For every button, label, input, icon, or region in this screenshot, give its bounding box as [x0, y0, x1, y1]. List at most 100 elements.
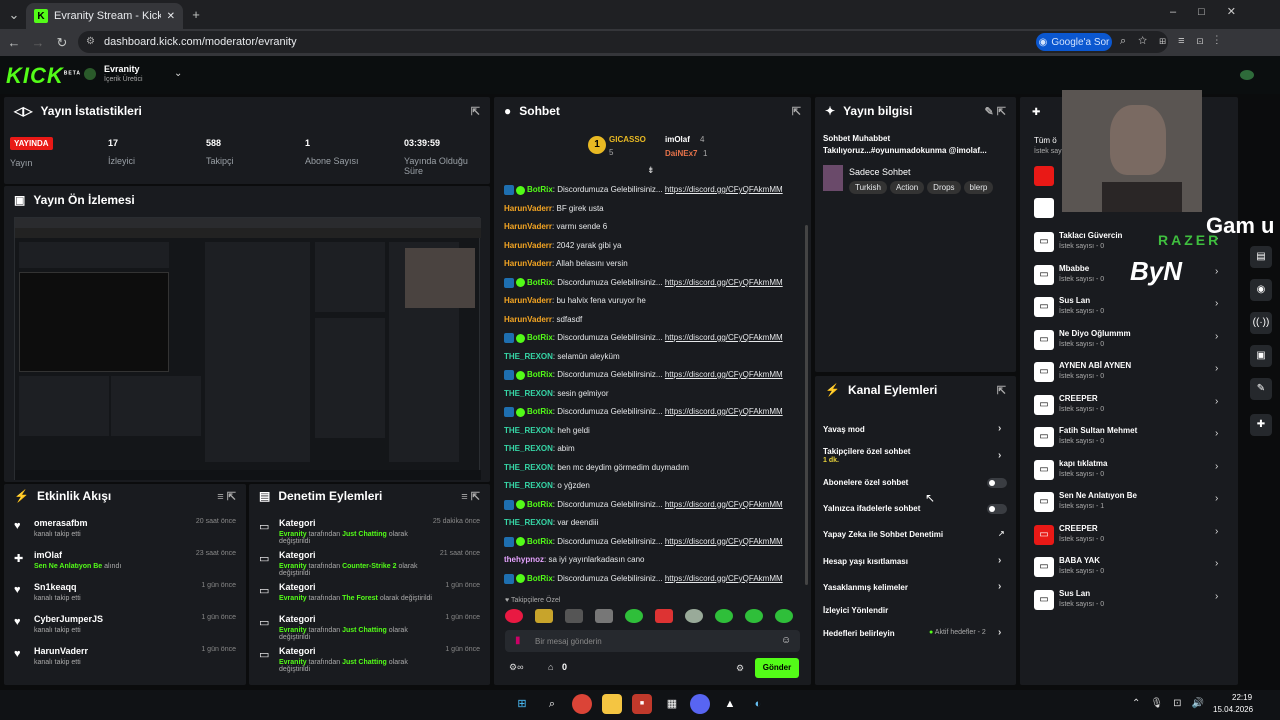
- reward-item[interactable]: ▭ CREEPER İstek sayısı - 0 ›: [1034, 392, 1224, 422]
- reward-item[interactable]: ▭ Sus Lan İstek sayısı - 0 ›: [1034, 294, 1224, 324]
- chat-username[interactable]: BotRix: [527, 278, 553, 287]
- chat-username[interactable]: THE_REXON: [504, 481, 553, 490]
- emote-icon[interactable]: [685, 609, 703, 623]
- chat-username[interactable]: BotRix: [527, 574, 553, 583]
- system-tray-icons[interactable]: ⌃🎙⊡🔊: [1132, 698, 1214, 709]
- emote-icon[interactable]: [595, 609, 613, 623]
- filter-icon[interactable]: ≡ ⇱: [461, 490, 480, 503]
- user-avatar[interactable]: [1240, 70, 1254, 80]
- activity-name[interactable]: omerasafbm: [34, 518, 188, 528]
- chat-link[interactable]: https://discord.gg/CFyQFAkmMM: [665, 407, 783, 416]
- chevron-right-icon[interactable]: ›: [1215, 461, 1218, 472]
- tag-chip[interactable]: Action: [889, 181, 925, 194]
- chevron-right-icon[interactable]: ›: [998, 627, 1001, 638]
- browser-toolbar-icons[interactable]: ⌕☆⊞≡⊡⋮: [1120, 35, 1230, 48]
- reward-item[interactable]: ▭ kapı tıklatma İstek sayısı - 0 ›: [1034, 457, 1224, 487]
- chat-username[interactable]: HarunVaderr: [504, 204, 552, 213]
- chat-username[interactable]: THE_REXON: [504, 426, 553, 435]
- back-icon[interactable]: ←: [4, 29, 24, 56]
- chat-link[interactable]: https://discord.gg/CFyQFAkmMM: [665, 185, 783, 194]
- chat-link[interactable]: https://discord.gg/CFyQFAkmMM: [665, 500, 783, 509]
- reward-item[interactable]: ▭ Fatih Sultan Mehmet İstek sayısı - 0 ›: [1034, 424, 1224, 454]
- slow-mode-label[interactable]: Yavaş mod: [823, 425, 865, 434]
- emote-icon[interactable]: [745, 609, 763, 623]
- url-input[interactable]: dashboard.kick.com/moderator/evranity: [78, 31, 1168, 53]
- emoji-icon[interactable]: ☺: [781, 635, 791, 646]
- chat-link[interactable]: https://discord.gg/CFyQFAkmMM: [665, 333, 783, 342]
- popout-icon[interactable]: ⇱: [792, 105, 801, 118]
- clock-date[interactable]: 15.04.2026: [1213, 705, 1253, 714]
- emote-icon[interactable]: [535, 609, 553, 623]
- chat-link[interactable]: https://discord.gg/CFyQFAkmMM: [665, 574, 783, 583]
- app-icon[interactable]: ▲: [720, 694, 740, 714]
- chat-link[interactable]: https://discord.gg/CFyQFAkmMM: [665, 370, 783, 379]
- emote-icon[interactable]: [505, 609, 523, 623]
- chevron-right-icon[interactable]: ›: [1215, 558, 1218, 569]
- chat-icon[interactable]: ◉: [1250, 279, 1272, 301]
- mic-icon[interactable]: ▮: [515, 635, 521, 646]
- tag-chip[interactable]: Drops: [927, 181, 961, 194]
- goals-label[interactable]: Hedefleri belirleyin: [823, 629, 895, 638]
- chat-username[interactable]: thehypnoz: [504, 555, 544, 564]
- activity-name[interactable]: imOlaf: [34, 550, 188, 560]
- broadcast-icon[interactable]: ((·)): [1250, 312, 1272, 334]
- raid-label[interactable]: İzleyici Yönlendir: [823, 606, 888, 615]
- chevron-right-icon[interactable]: ›: [1215, 396, 1218, 407]
- chevron-right-icon[interactable]: ›: [998, 450, 1001, 461]
- chevron-right-icon[interactable]: ›: [1215, 266, 1218, 277]
- emotes-only-toggle[interactable]: [987, 504, 1007, 514]
- leader-third[interactable]: DaiNEx7: [665, 149, 697, 158]
- chat-username[interactable]: BotRix: [527, 185, 553, 194]
- rewards-icon[interactable]: ✚: [1250, 414, 1272, 436]
- popout-icon[interactable]: ⇱: [997, 384, 1006, 397]
- discord-icon[interactable]: [690, 694, 710, 714]
- chat-username[interactable]: HarunVaderr: [504, 315, 552, 324]
- chat-username[interactable]: THE_REXON: [504, 352, 553, 361]
- close-tab-icon[interactable]: ✕: [167, 11, 175, 22]
- chevron-right-icon[interactable]: ›: [998, 423, 1001, 434]
- chat-username[interactable]: BotRix: [527, 500, 553, 509]
- chevron-right-icon[interactable]: ›: [1215, 428, 1218, 439]
- chat-username[interactable]: THE_REXON: [504, 389, 553, 398]
- app-icon[interactable]: ■: [632, 694, 652, 714]
- emote-icon[interactable]: [775, 609, 793, 623]
- chrome-icon[interactable]: [572, 694, 592, 714]
- reload-icon[interactable]: ↻: [52, 29, 72, 56]
- reward-item[interactable]: ▭ BABA YAK İstek sayısı - 0 ›: [1034, 554, 1224, 584]
- doc-icon[interactable]: ▤: [1250, 246, 1272, 268]
- account-age-label[interactable]: Hesap yaşı kısıtlaması: [823, 557, 908, 566]
- chevron-right-icon[interactable]: ›: [998, 555, 1001, 566]
- app-icon[interactable]: ▦: [662, 694, 682, 714]
- ai-moderation-label[interactable]: Yapay Zeka ile Sohbet Denetimi: [823, 530, 943, 539]
- tab-list-icon[interactable]: ⌄: [4, 1, 24, 28]
- category-name[interactable]: Sadece Sohbet: [849, 167, 911, 177]
- store-icon[interactable]: ⌂: [548, 662, 553, 672]
- chat-username[interactable]: BotRix: [527, 333, 553, 342]
- file-explorer-icon[interactable]: [602, 694, 622, 714]
- preview-video[interactable]: [14, 217, 481, 480]
- chat-settings-icon[interactable]: ⚙∞: [509, 662, 523, 673]
- kick-logo[interactable]: KICKBETA: [6, 63, 81, 89]
- activity-name[interactable]: HarunVaderr: [34, 646, 193, 656]
- forward-icon[interactable]: →: [28, 29, 48, 56]
- emote-icon[interactable]: [655, 609, 673, 623]
- emote-icon[interactable]: [625, 609, 643, 623]
- search-icon[interactable]: ⌕: [542, 694, 562, 714]
- followers-only-label[interactable]: Takipçilere özel sohbet: [823, 447, 910, 456]
- chat-username[interactable]: BotRix: [527, 370, 553, 379]
- chat-username[interactable]: HarunVaderr: [504, 222, 552, 231]
- subs-only-toggle[interactable]: [987, 478, 1007, 488]
- site-info-icon[interactable]: ⚙: [86, 36, 95, 47]
- external-link-icon[interactable]: ↗: [998, 529, 1005, 538]
- tag-chip[interactable]: blerp: [963, 181, 994, 194]
- moderation-icon[interactable]: ▣: [1250, 345, 1272, 367]
- chat-link[interactable]: https://discord.gg/CFyQFAkmMM: [665, 278, 783, 287]
- channel-switch-chevron-icon[interactable]: ⌄: [174, 68, 182, 79]
- chat-input[interactable]: ▮ Bir mesaj gönderin ☺: [505, 630, 800, 652]
- chat-username[interactable]: THE_REXON: [504, 444, 553, 453]
- chat-username[interactable]: BotRix: [527, 407, 553, 416]
- chevron-right-icon[interactable]: ›: [1215, 493, 1218, 504]
- chat-username[interactable]: HarunVaderr: [504, 259, 552, 268]
- steam-icon[interactable]: ◐: [748, 694, 768, 714]
- activity-name[interactable]: CyberJumperJS: [34, 614, 193, 624]
